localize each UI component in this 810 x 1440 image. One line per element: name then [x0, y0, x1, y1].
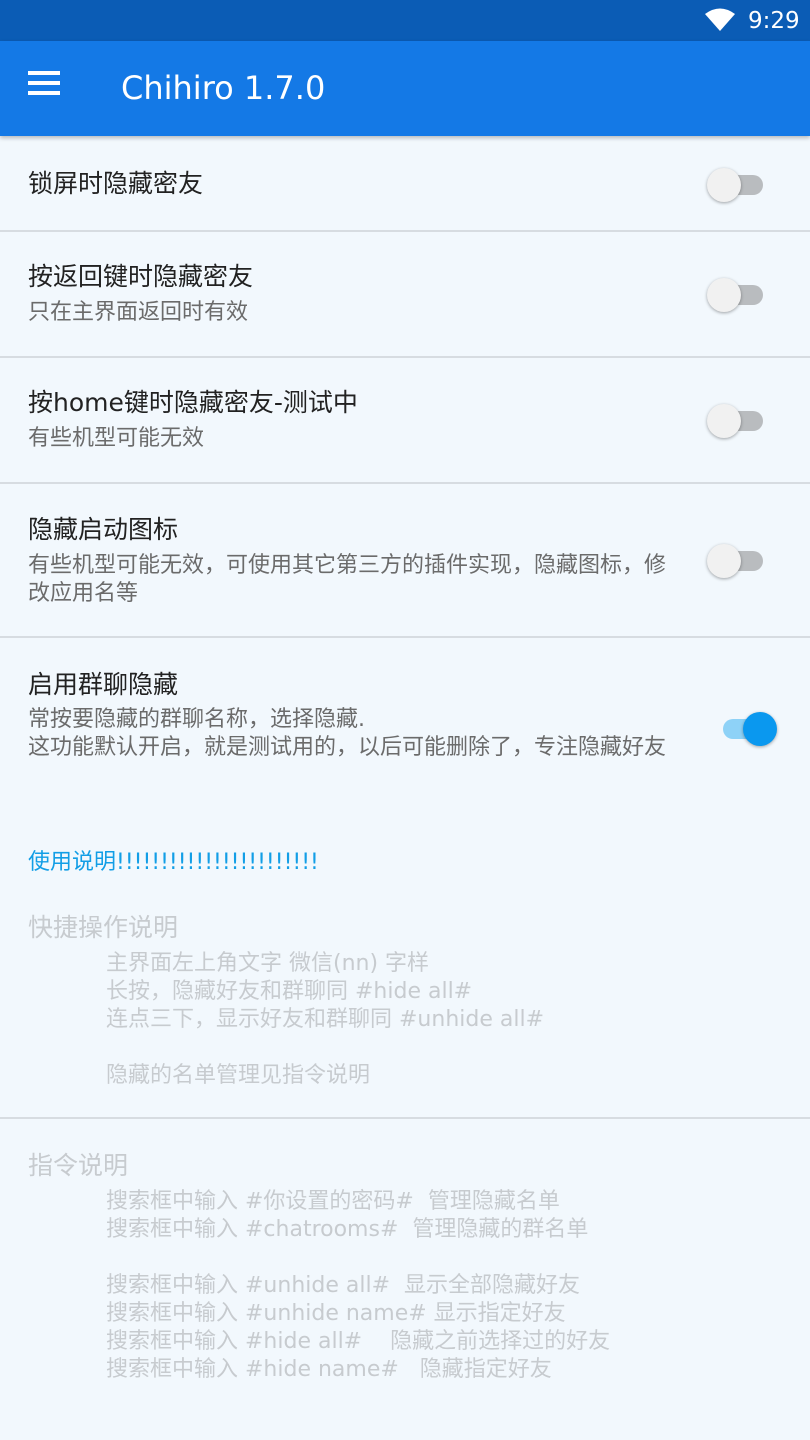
setting-title: 锁屏时隐藏密友 — [28, 169, 204, 198]
status-time: 9:29 — [748, 8, 800, 34]
toggle-group-chat-hide[interactable] — [719, 708, 779, 748]
setting-hide-on-home[interactable]: 按home键时隐藏密友-测试中 有些机型可能无效 — [0, 358, 810, 482]
instruction-line: 搜索框中输入 #unhide name# 显示指定好友 — [106, 1301, 566, 1326]
app-bar: Chihiro 1.7.0 — [0, 41, 810, 136]
setting-summary: 有些机型可能无效 — [28, 426, 205, 451]
toggle-hide-launcher-icon[interactable] — [707, 540, 767, 580]
instruction-line: 搜索框中输入 #unhide all# 显示全部隐藏好友 — [106, 1273, 580, 1298]
setting-summary: 有些机型可能无效，可使用其它第三方的插件实现，隐藏图标，修改应用名等 — [28, 553, 667, 606]
quick-ops-heading: 快捷操作说明 — [28, 913, 179, 942]
wifi-icon — [705, 8, 735, 31]
instruction-line: 搜索框中输入 #你设置的密码# 管理隐藏名单 — [106, 1189, 560, 1214]
instruction-line: 主界面左上角文字 微信(nn) 字样 — [106, 951, 430, 976]
setting-title: 按返回键时隐藏密友 — [28, 262, 254, 291]
setting-title: 按home键时隐藏密友-测试中 — [28, 388, 358, 417]
instruction-line: 连点三下，显示好友和群聊同 #unhide all# — [106, 1007, 545, 1032]
setting-summary: 只在主界面返回时有效 — [28, 300, 249, 325]
toggle-hide-on-back[interactable] — [707, 274, 767, 314]
instruction-line: 搜索框中输入 #hide name# 隐藏指定好友 — [106, 1357, 552, 1382]
setting-title: 启用群聊隐藏 — [28, 670, 179, 699]
instruction-line: 搜索框中输入 #hide all# 隐藏之前选择过的好友 — [106, 1329, 611, 1354]
setting-hide-on-back[interactable]: 按返回键时隐藏密友 只在主界面返回时有效 — [0, 232, 810, 356]
app-title: Chihiro 1.7.0 — [121, 69, 326, 107]
instruction-line: 搜索框中输入 #chatrooms# 管理隐藏的群名单 — [106, 1217, 589, 1242]
instruction-line: 长按，隐藏好友和群聊同 #hide all# — [106, 979, 473, 1004]
setting-group-chat-hide[interactable]: 启用群聊隐藏 常按要隐藏的群聊名称，选择隐藏. 这功能默认开启，就是测试用的，以… — [0, 638, 810, 804]
divider — [0, 1117, 810, 1119]
hamburger-menu-icon[interactable] — [28, 71, 66, 105]
commands-heading: 指令说明 — [28, 1151, 129, 1180]
toggle-hide-on-lock[interactable] — [707, 164, 767, 204]
setting-hide-on-lock[interactable]: 锁屏时隐藏密友 — [0, 136, 810, 230]
usage-instructions-link[interactable]: 使用说明!!!!!!!!!!!!!!!!!!!!!!! — [28, 848, 319, 878]
setting-summary: 常按要隐藏的群聊名称，选择隐藏. 这功能默认开启，就是测试用的，以后可能删除了，… — [28, 707, 667, 760]
instruction-line: 隐藏的名单管理见指令说明 — [106, 1063, 371, 1088]
status-bar: 9:29 — [0, 0, 810, 41]
toggle-hide-on-home[interactable] — [707, 400, 767, 440]
setting-title: 隐藏启动图标 — [28, 515, 179, 544]
setting-hide-launcher-icon[interactable]: 隐藏启动图标 有些机型可能无效，可使用其它第三方的插件实现，隐藏图标，修改应用名… — [0, 484, 810, 636]
